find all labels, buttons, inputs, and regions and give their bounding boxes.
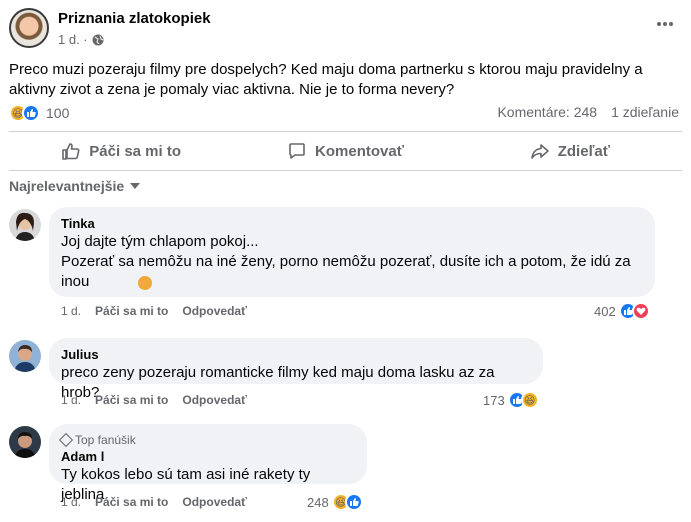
comment-reactions[interactable]: 402 [594, 302, 650, 320]
page-avatar[interactable] [9, 8, 49, 48]
comment-like-button[interactable]: Páči sa mi to [95, 393, 168, 407]
divider [9, 170, 682, 171]
chevron-down-icon [130, 183, 141, 189]
comment-reply-button[interactable]: Odpovedať [182, 393, 246, 407]
badge-label: Top fanúšik [75, 433, 136, 447]
post-stats: 😆 100 Komentáre: 248 1 zdieľanie [9, 104, 685, 124]
share-button[interactable]: Zdieľať [458, 134, 682, 168]
comment-like-button[interactable]: Páči sa mi to [95, 304, 168, 318]
comment-sort-dropdown[interactable]: Najrelevantnejšie [9, 178, 141, 194]
like-button[interactable]: Páči sa mi to [9, 134, 233, 168]
comment-bubble: Julius preco zeny pozeraju romanticke fi… [49, 338, 543, 401]
more-icon [657, 22, 673, 26]
comment-actions: 1 d. Páči sa mi to Odpovedať [61, 495, 247, 509]
comment-label: Komentovať [315, 142, 404, 160]
more-options-button[interactable] [653, 12, 677, 36]
post-time[interactable]: 1 d. · [58, 32, 88, 47]
sort-label: Najrelevantnejšie [9, 178, 125, 194]
reaction-count: 100 [46, 105, 70, 121]
like-label: Páči sa mi to [89, 142, 182, 160]
post-header: Priznania zlatokopiek 1 d. · [0, 0, 691, 56]
comment-reaction-count: 402 [594, 303, 616, 319]
comment-bubble: Top fanúšik Adam l Ty kokos lebo sú tam … [49, 424, 367, 503]
haha-reaction-icon: 😆 [520, 391, 539, 409]
avatar[interactable] [9, 340, 41, 372]
share-label: Zdieľať [557, 142, 610, 160]
like-reaction-icon [22, 104, 40, 122]
comment-reply-button[interactable]: Odpovedať [182, 304, 246, 318]
comment-author[interactable]: Adam l [61, 448, 355, 465]
comment-reaction-count: 173 [483, 392, 505, 408]
person-emoji-icon [138, 276, 152, 290]
comment-like-button[interactable]: Páči sa mi to [95, 495, 168, 509]
avatar[interactable] [9, 209, 41, 241]
avatar[interactable] [9, 426, 41, 458]
love-reaction-icon [631, 302, 650, 320]
post-actions: Páči sa mi to Komentovať Zdieľať [9, 134, 682, 168]
stats-right: Komentáre: 248 1 zdieľanie [497, 104, 679, 120]
comment-time[interactable]: 1 d. [61, 304, 81, 318]
comment-icon [289, 143, 305, 159]
top-fan-badge: Top fanúšik [58, 432, 355, 448]
post-text: Preco muzi pozeraju filmy pre dospelych?… [9, 61, 643, 98]
comment-actions: 1 d. Páči sa mi to Odpovedať [61, 393, 247, 407]
comment-reactions[interactable]: 173 😆 [483, 391, 539, 409]
comments-count[interactable]: Komentáre: 248 [497, 104, 597, 120]
shares-count[interactable]: 1 zdieľanie [611, 104, 679, 120]
comment-author[interactable]: Julius [61, 346, 531, 363]
comment-reactions[interactable]: 248 😆 [307, 493, 363, 511]
globe-icon [92, 34, 104, 45]
diamond-icon [58, 432, 74, 448]
comment-reply-button[interactable]: Odpovedať [182, 495, 246, 509]
post-meta: 1 d. · [58, 32, 104, 47]
comment-button[interactable]: Komentovať [233, 134, 457, 168]
share-icon [530, 144, 549, 159]
comment-bubble: Tinka Joj dajte tým chlapom pokoj... Poz… [49, 207, 655, 297]
page-title[interactable]: Priznania zlatokopiek [58, 10, 211, 27]
comment-author[interactable]: Tinka [61, 215, 643, 232]
comment-time[interactable]: 1 d. [61, 393, 81, 407]
reactions-summary[interactable]: 😆 100 [9, 104, 69, 122]
thumbs-up-icon [62, 143, 80, 160]
like-reaction-icon [344, 493, 363, 511]
comment-actions: 1 d. Páči sa mi to Odpovedať [61, 304, 247, 318]
comment-reaction-count: 248 [307, 494, 329, 510]
comment-time[interactable]: 1 d. [61, 495, 81, 509]
divider [9, 131, 682, 132]
